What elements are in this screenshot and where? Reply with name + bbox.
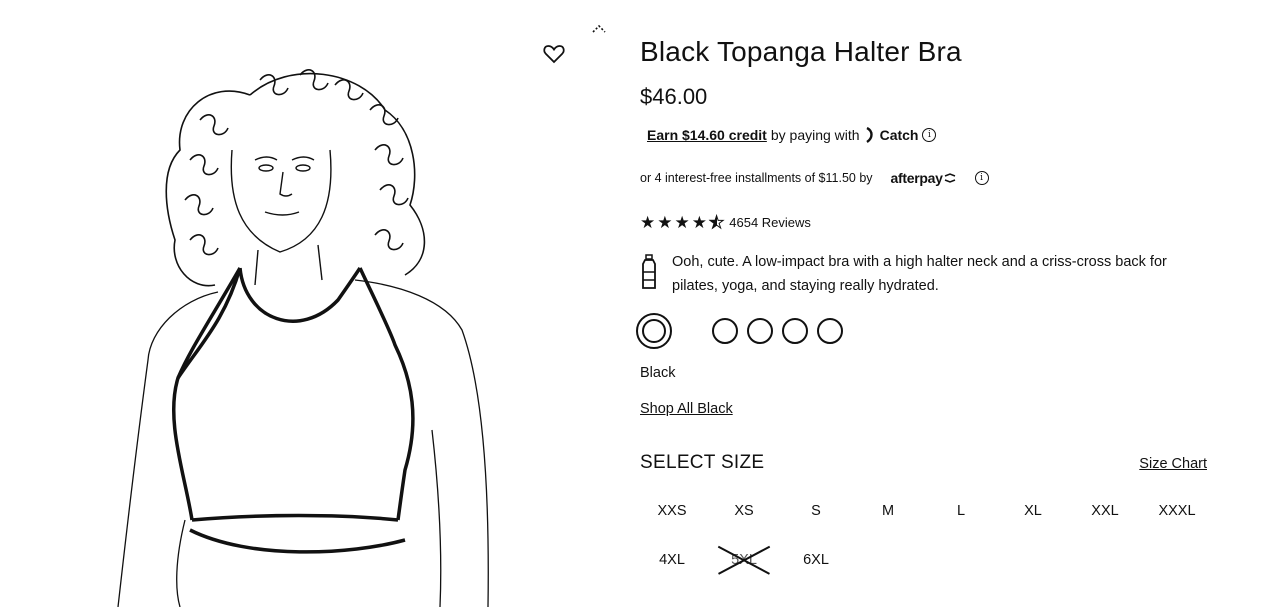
size-label: XS (734, 503, 754, 519)
color-swatches (636, 313, 852, 349)
product-page: Black Topanga Halter Bra $46.00 Earn $14… (0, 0, 1280, 607)
swatch-fill (642, 319, 666, 343)
water-bottle-icon (642, 254, 656, 289)
size-option-l[interactable]: L (929, 494, 993, 528)
catch-offer: Earn $14.60 credit by paying with Catch … (647, 127, 937, 143)
size-option-xxs[interactable]: XXS (640, 494, 704, 528)
product-title: Black Topanga Halter Bra (640, 36, 962, 67)
wishlist-button[interactable] (542, 42, 566, 66)
selected-color-name: Black (640, 365, 676, 381)
star-full-icon: ★ (674, 213, 690, 232)
color-swatch[interactable] (747, 318, 773, 344)
size-label: 6XL (803, 552, 829, 568)
size-label: XL (1024, 503, 1042, 519)
info-icon[interactable]: i (922, 128, 937, 142)
size-label: L (956, 503, 966, 519)
select-size-heading: SELECT SIZE (640, 452, 765, 473)
color-swatch-black[interactable] (636, 313, 672, 349)
product-image[interactable] (0, 0, 600, 607)
afterpay-logo: afterpay (890, 170, 943, 186)
size-option-4xl[interactable]: 4XL (640, 543, 704, 577)
product-description: Ooh, cute. A low-impact bra with a high … (640, 250, 1215, 298)
rating-summary[interactable]: ★ ★ ★ ★ ★ 4654 Reviews (640, 213, 811, 232)
size-label: XXXL (1158, 503, 1196, 519)
star-full-icon: ★ (657, 213, 673, 232)
size-option-xxl[interactable]: XXL (1073, 494, 1137, 528)
catch-brand: Catch (879, 127, 919, 143)
color-swatch[interactable] (782, 318, 808, 344)
size-label: XXS (657, 503, 687, 519)
review-count[interactable]: 4654 Reviews (729, 215, 811, 230)
size-option-5xl-soldout[interactable]: 5XL (712, 543, 776, 577)
description-text: Ooh, cute. A low-impact bra with a high … (672, 254, 1167, 294)
size-option-s[interactable]: S (784, 494, 848, 528)
color-swatch[interactable] (817, 318, 843, 344)
model-photo (117, 69, 489, 607)
size-label: XXL (1091, 503, 1119, 519)
star-full-icon: ★ (640, 213, 656, 232)
size-option-xl[interactable]: XL (1001, 494, 1065, 528)
size-option-xs[interactable]: XS (712, 494, 776, 528)
catch-paying-text: by paying with (770, 127, 860, 143)
chevron-up-icon (592, 24, 606, 33)
size-option-xxxl[interactable]: XXXL (1145, 494, 1209, 528)
size-chart-link[interactable]: Size Chart (1139, 456, 1207, 472)
star-full-icon: ★ (691, 213, 707, 232)
color-swatch[interactable] (712, 318, 738, 344)
size-label: M (881, 503, 895, 519)
afterpay-text: or 4 interest-free installments of $11.5… (640, 171, 873, 185)
afterpay-arrows-icon (944, 173, 955, 183)
size-header: SELECT SIZE Size Chart (640, 452, 1207, 474)
info-icon[interactable]: i (974, 171, 989, 185)
heart-icon (543, 45, 565, 64)
scroll-up-button[interactable] (590, 20, 608, 38)
catch-earn-link[interactable]: Earn $14.60 credit (647, 127, 767, 143)
size-label: S (811, 503, 821, 519)
size-label: 4XL (659, 552, 685, 568)
shop-all-link[interactable]: Shop All Black (640, 401, 733, 417)
product-price: $46.00 (640, 84, 708, 109)
star-half-icon: ★ (708, 214, 724, 232)
size-option-6xl[interactable]: 6XL (784, 543, 848, 577)
size-option-m[interactable]: M (856, 494, 920, 528)
afterpay-offer: or 4 interest-free installments of $11.5… (640, 170, 989, 186)
catch-logo-icon (865, 127, 873, 143)
size-label: 5XL (731, 552, 757, 568)
